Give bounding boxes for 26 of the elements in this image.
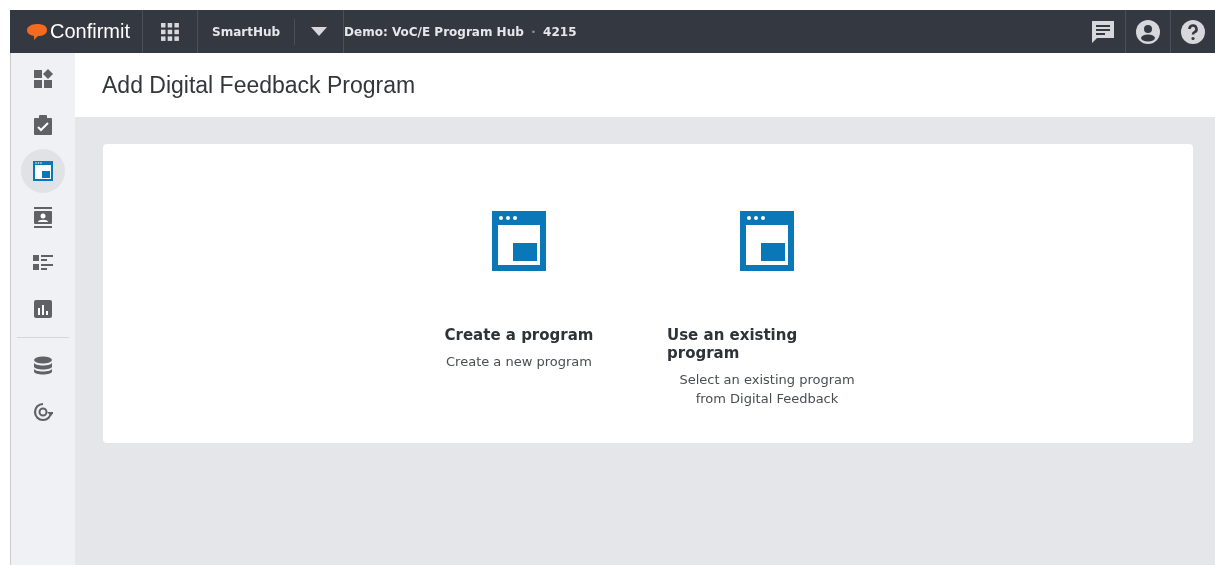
option-description: Select an existing program from Digital Feedback (678, 371, 856, 408)
contact-card-icon (33, 206, 53, 228)
chat-icon[interactable] (1091, 19, 1115, 44)
dashboard-icon (33, 68, 53, 90)
option-title[interactable]: Use an existing program (667, 326, 867, 362)
project-name[interactable]: Demo: VoC/E Program Hub (344, 24, 524, 39)
user-icon[interactable] (1136, 19, 1160, 44)
gear-refresh-icon (33, 401, 53, 423)
window-icon[interactable] (740, 211, 794, 271)
window-icon[interactable] (492, 211, 546, 271)
option-title[interactable]: Create a program (444, 326, 594, 344)
app-grid-icon[interactable] (161, 22, 179, 41)
logo-icon (26, 22, 48, 41)
separator-dot: • (530, 26, 537, 37)
page-title: Add Digital Feedback Program (102, 71, 416, 99)
option-description: Create a new program (445, 353, 593, 371)
caret-icon[interactable] (311, 27, 328, 36)
database-icon (33, 355, 53, 377)
project-id: 4215 (543, 24, 577, 39)
sidebar-item[interactable] (21, 149, 65, 193)
bar-chart-icon (33, 298, 53, 320)
clipboard-check-icon (33, 114, 53, 136)
window-icon (33, 160, 53, 182)
help-icon[interactable] (1181, 19, 1205, 44)
logo-text: Confirmit (50, 20, 130, 43)
app-name[interactable]: SmartHub (198, 24, 295, 39)
